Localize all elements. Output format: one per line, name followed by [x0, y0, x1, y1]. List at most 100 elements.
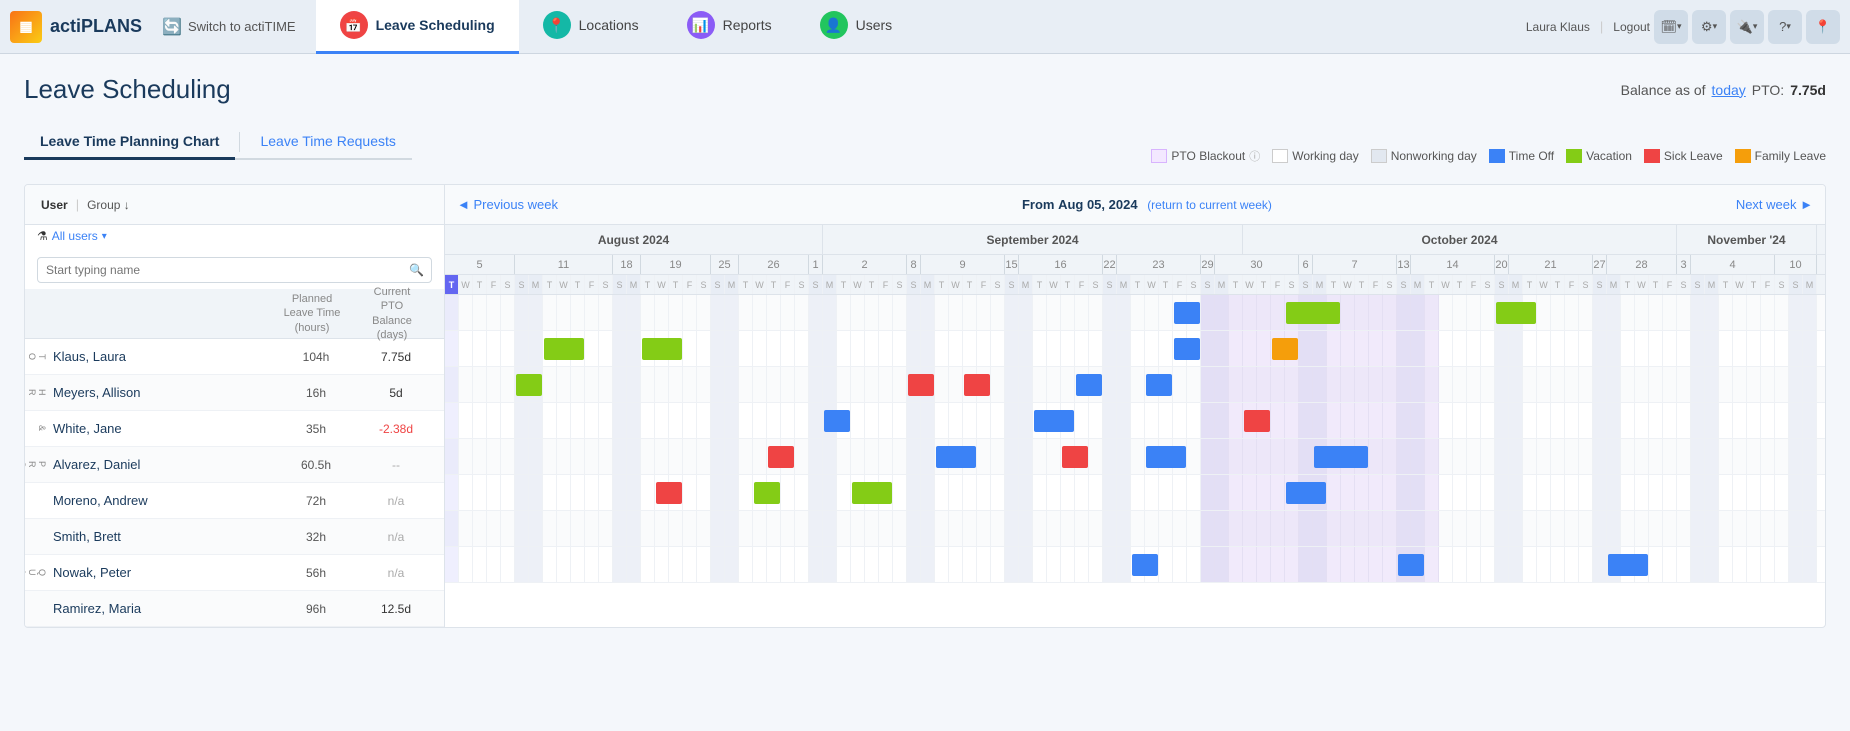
day-slot[interactable] [1663, 367, 1677, 402]
day-slot[interactable] [1747, 331, 1761, 366]
tab-time-requests[interactable]: Leave Time Requests [244, 125, 411, 160]
day-slot[interactable] [1565, 367, 1579, 402]
day-slot[interactable] [515, 439, 529, 474]
day-slot[interactable] [1327, 547, 1341, 582]
day-slot[interactable] [1719, 439, 1733, 474]
day-slot[interactable] [1607, 295, 1621, 330]
day-slot[interactable] [1467, 439, 1481, 474]
day-slot[interactable] [1201, 403, 1215, 438]
day-slot[interactable] [599, 295, 613, 330]
day-slot[interactable] [1593, 367, 1607, 402]
day-slot[interactable] [1509, 547, 1523, 582]
day-slot[interactable] [1705, 403, 1719, 438]
day-slot[interactable] [963, 511, 977, 546]
day-slot[interactable] [1271, 367, 1285, 402]
day-slot[interactable] [1369, 367, 1383, 402]
day-slot[interactable] [1677, 403, 1691, 438]
day-slot[interactable] [599, 547, 613, 582]
day-slot[interactable] [1803, 475, 1817, 510]
day-slot[interactable] [1663, 475, 1677, 510]
pto-blackout-info-icon[interactable]: ⓘ [1249, 148, 1260, 164]
day-slot[interactable] [1775, 547, 1789, 582]
day-slot[interactable] [977, 439, 991, 474]
day-slot[interactable] [669, 511, 683, 546]
return-to-current-week-link[interactable]: (return to current week) [1147, 198, 1272, 212]
day-slot[interactable] [1733, 367, 1747, 402]
day-slot[interactable] [1593, 295, 1607, 330]
day-slot[interactable] [907, 403, 921, 438]
day-slot[interactable] [1397, 367, 1411, 402]
day-slot[interactable] [543, 367, 557, 402]
nav-leave-scheduling[interactable]: 📅 Leave Scheduling [316, 0, 519, 54]
day-slot[interactable] [753, 367, 767, 402]
day-slot[interactable] [1117, 295, 1131, 330]
day-slot[interactable] [1383, 511, 1397, 546]
day-slot[interactable] [445, 367, 459, 402]
day-slot[interactable] [1481, 547, 1495, 582]
day-slot[interactable] [1705, 295, 1719, 330]
day-slot[interactable] [1621, 511, 1635, 546]
day-slot[interactable] [1481, 295, 1495, 330]
day-slot[interactable] [1509, 511, 1523, 546]
day-slot[interactable] [1173, 547, 1187, 582]
day-slot[interactable] [1117, 511, 1131, 546]
day-slot[interactable] [1593, 331, 1607, 366]
day-slot[interactable] [585, 367, 599, 402]
day-slot[interactable] [795, 475, 809, 510]
day-slot[interactable] [1775, 403, 1789, 438]
day-slot[interactable] [445, 475, 459, 510]
day-slot[interactable] [1383, 295, 1397, 330]
day-slot[interactable] [1411, 331, 1425, 366]
day-slot[interactable] [921, 511, 935, 546]
day-slot[interactable] [459, 439, 473, 474]
user-row[interactable]: & White, Jane 35h -2.38d [25, 411, 444, 447]
day-slot[interactable] [1537, 547, 1551, 582]
day-slot[interactable] [823, 295, 837, 330]
day-slot[interactable] [1061, 295, 1075, 330]
day-slot[interactable] [473, 295, 487, 330]
search-input[interactable] [37, 257, 432, 283]
day-slot[interactable] [865, 403, 879, 438]
day-slot[interactable] [529, 295, 543, 330]
user-sort-btn[interactable]: User [37, 196, 72, 214]
day-slot[interactable] [837, 475, 851, 510]
day-slot[interactable] [1453, 547, 1467, 582]
leave-bar-vacation[interactable] [1496, 302, 1536, 324]
day-slot[interactable] [599, 439, 613, 474]
day-slot[interactable] [1551, 547, 1565, 582]
day-slot[interactable] [767, 331, 781, 366]
leave-bar-timeoff[interactable] [1314, 446, 1368, 468]
day-slot[interactable] [1677, 331, 1691, 366]
day-slot[interactable] [1257, 367, 1271, 402]
day-slot[interactable] [1089, 403, 1103, 438]
day-slot[interactable] [1229, 439, 1243, 474]
day-slot[interactable] [571, 439, 585, 474]
day-slot[interactable] [1201, 331, 1215, 366]
tab-planning-chart[interactable]: Leave Time Planning Chart [24, 125, 235, 160]
day-slot[interactable] [1355, 367, 1369, 402]
day-slot[interactable] [1019, 367, 1033, 402]
day-slot[interactable] [739, 439, 753, 474]
day-slot[interactable] [1705, 511, 1719, 546]
day-slot[interactable] [1397, 475, 1411, 510]
day-slot[interactable] [739, 367, 753, 402]
day-slot[interactable] [697, 403, 711, 438]
leave-bar-timeoff[interactable] [1174, 302, 1200, 324]
day-slot[interactable] [725, 331, 739, 366]
day-slot[interactable] [1621, 475, 1635, 510]
day-slot[interactable] [1579, 475, 1593, 510]
day-slot[interactable] [1789, 439, 1803, 474]
day-slot[interactable] [1187, 403, 1201, 438]
day-slot[interactable] [1005, 331, 1019, 366]
day-slot[interactable] [1439, 511, 1453, 546]
day-slot[interactable] [1425, 331, 1439, 366]
day-slot[interactable] [1425, 511, 1439, 546]
day-slot[interactable] [1369, 511, 1383, 546]
leave-bar-timeoff[interactable] [1132, 554, 1158, 576]
day-slot[interactable] [1215, 331, 1229, 366]
day-slot[interactable] [893, 295, 907, 330]
day-slot[interactable] [1131, 403, 1145, 438]
day-slot[interactable] [949, 547, 963, 582]
day-slot[interactable] [683, 295, 697, 330]
day-slot[interactable] [935, 511, 949, 546]
